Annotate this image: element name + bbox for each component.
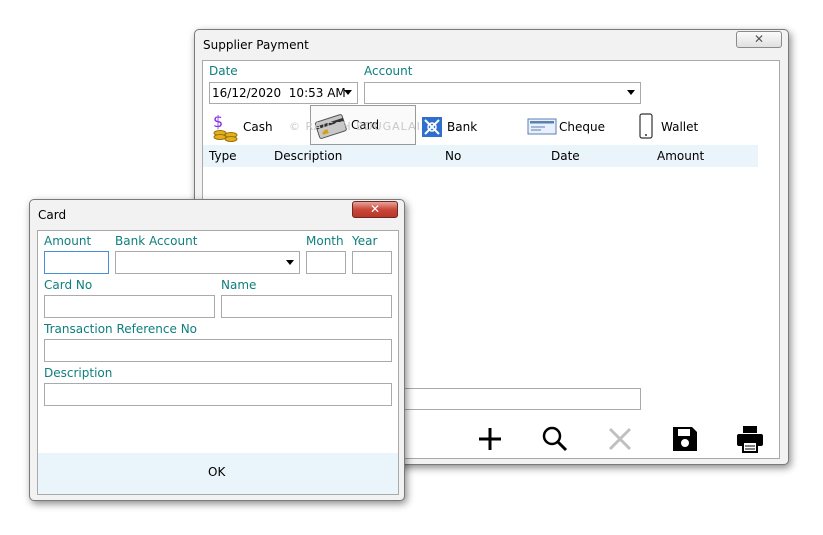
name-field[interactable]: [221, 295, 392, 318]
svg-text:$: $: [213, 112, 223, 131]
close-button[interactable]: ✕: [736, 31, 782, 48]
total-amount-field[interactable]: [379, 388, 641, 410]
account-dropdown-icon[interactable]: [627, 90, 635, 95]
close-icon: ✕: [753, 32, 765, 46]
account-label: Account: [364, 64, 413, 78]
bank-label: Bank: [447, 120, 478, 134]
card-dialog-title: Card: [38, 208, 67, 222]
bank-account-combo[interactable]: [115, 251, 300, 274]
transaction-ref-label: Transaction Reference No: [44, 322, 198, 336]
watermark: © RAJESH EDUGALAI: [289, 120, 421, 133]
transaction-ref-field[interactable]: [44, 339, 392, 362]
card-client-area: Amount Bank Account Month Year Card No N…: [37, 230, 399, 495]
bank-account-label: Bank Account: [115, 234, 198, 248]
grid-col-date[interactable]: Date: [551, 149, 580, 163]
print-icon: [737, 426, 763, 453]
account-combo[interactable]: [364, 82, 641, 104]
add-button[interactable]: [474, 423, 506, 455]
wallet-icon: [639, 113, 653, 139]
bank-account-dropdown-icon[interactable]: [286, 260, 294, 265]
payment-type-cheque[interactable]: Cheque: [527, 109, 627, 145]
cash-label: Cash: [243, 120, 273, 134]
payments-grid-header: Type Description No Date Amount: [203, 145, 758, 167]
cash-icon: $: [213, 112, 238, 142]
description-label: Description: [44, 366, 113, 380]
grid-col-amount[interactable]: Amount: [657, 149, 704, 163]
card-dialog-footer: OK: [38, 453, 398, 494]
delete-icon: [608, 427, 632, 451]
date-value: 16/12/2020 10:53 AM: [212, 86, 346, 100]
date-dropdown-icon[interactable]: [344, 90, 352, 95]
cheque-label: Cheque: [559, 120, 605, 134]
save-icon: [673, 427, 697, 451]
window-title: Supplier Payment: [203, 38, 309, 52]
month-field[interactable]: [306, 251, 346, 274]
print-button[interactable]: [734, 423, 766, 455]
grid-col-type[interactable]: Type: [209, 149, 237, 163]
save-button[interactable]: [669, 423, 701, 455]
card-no-field[interactable]: [44, 295, 215, 318]
month-label: Month: [306, 234, 344, 248]
grid-col-no[interactable]: No: [445, 149, 461, 163]
add-icon: [479, 428, 501, 450]
grid-col-description[interactable]: Description: [274, 149, 342, 163]
payment-type-bank[interactable]: Bank: [419, 109, 509, 145]
bank-icon: [422, 117, 442, 137]
card-close-button[interactable]: ✕: [352, 201, 398, 218]
year-label: Year: [352, 234, 378, 248]
amount-label: Amount: [44, 234, 92, 248]
date-picker[interactable]: 16/12/2020 10:53 AM: [209, 82, 358, 104]
card-dialog: Card ✕ Amount Bank Account Month Year Ca…: [29, 199, 405, 501]
year-field[interactable]: [352, 251, 392, 274]
payment-type-wallet[interactable]: Wallet: [637, 109, 717, 145]
ok-button[interactable]: OK: [208, 465, 225, 479]
wallet-label: Wallet: [661, 120, 699, 134]
card-no-label: Card No: [44, 278, 93, 292]
amount-field[interactable]: [44, 251, 109, 274]
name-label: Name: [221, 278, 257, 292]
close-icon: ✕: [369, 202, 381, 216]
delete-button[interactable]: [604, 423, 636, 455]
search-button[interactable]: [539, 423, 571, 455]
search-icon: [542, 426, 568, 452]
cheque-icon: [527, 118, 557, 135]
description-field[interactable]: [44, 383, 392, 406]
date-label: Date: [209, 64, 238, 78]
